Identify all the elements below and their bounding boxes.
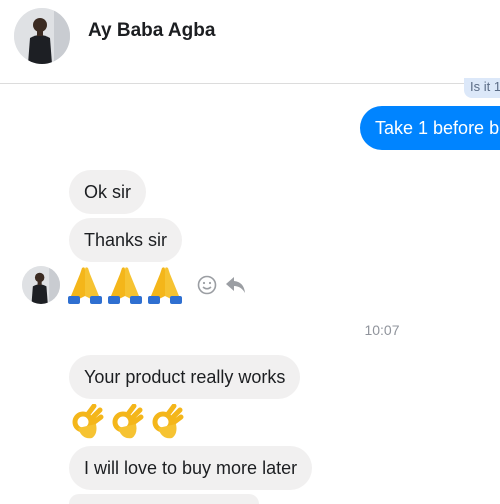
folded-hands-icon <box>68 267 102 304</box>
folded-hands-icon <box>108 267 142 304</box>
folded-hands-icon <box>148 267 182 304</box>
ok-hand-icon <box>72 404 104 439</box>
emoji-message-ok <box>70 404 184 442</box>
conversation-header: Ay Baba Agba <box>0 0 500 84</box>
reply-icon[interactable] <box>225 275 247 295</box>
emoji-message-prayer <box>68 266 182 304</box>
message-actions <box>197 275 247 295</box>
contact-name[interactable]: Ay Baba Agba <box>88 20 215 42</box>
person-photo-icon <box>22 266 60 304</box>
ok-hand-icon <box>152 404 184 439</box>
incoming-message: I will love to buy more later <box>69 446 313 490</box>
incoming-message: Ok sir <box>69 170 146 214</box>
message-thread[interactable]: Is it 1 Take 1 before b Ok sir Thanks si… <box>0 78 500 504</box>
message-timestamp: 10:07 <box>364 322 400 338</box>
outgoing-message-partial: Is it 1 <box>464 78 500 98</box>
ok-hand-icon <box>112 404 144 439</box>
smiley-react-icon[interactable] <box>197 275 217 295</box>
incoming-message-partial <box>69 494 259 504</box>
person-photo-icon <box>14 8 70 64</box>
incoming-message: Thanks sir <box>69 218 183 262</box>
contact-avatar[interactable] <box>14 8 70 64</box>
sender-avatar[interactable] <box>22 266 60 304</box>
incoming-message: Your product really works <box>69 355 301 399</box>
outgoing-message: Take 1 before b <box>360 106 500 150</box>
